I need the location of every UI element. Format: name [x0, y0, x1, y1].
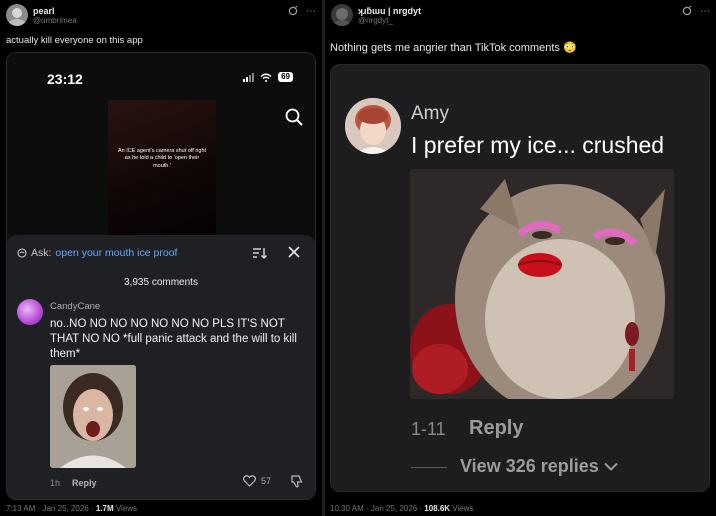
post-footer: 10:30 AM · Jan 25, 2026 · 108.6K Views [330, 504, 474, 513]
view-count: 1.7M [95, 504, 114, 513]
more-icon[interactable]: ⋯ [306, 6, 316, 19]
post-timestamp[interactable]: 10:30 AM · Jan 25, 2026 · [330, 504, 424, 513]
comment-count: 3,935 comments [124, 277, 198, 288]
author-handle[interactable]: @nrgdyt_ [358, 16, 393, 25]
post-text: actually kill everyone on this app [6, 35, 143, 46]
ask-search-bar[interactable]: Ask: open your mouth ice proof [17, 247, 177, 259]
comments-panel: Ask: open your mouth ice proof 3,935 com… [7, 235, 315, 499]
video-thumbnail[interactable]: An ICE agent's camera shut off right as … [108, 100, 216, 236]
grok-icon[interactable] [288, 5, 298, 19]
comment-text: no..NO NO NO NO NO NO NO PLS IT'S NOT TH… [50, 318, 297, 361]
post-header: pearl @umbrimea ⋯ [6, 4, 316, 26]
author-handle[interactable]: @umbrimea [33, 16, 77, 25]
comment-image[interactable] [50, 365, 136, 468]
wifi-icon [260, 73, 272, 82]
right-post: ʞɹƃɯu | nrgdyt @nrgdyt_ ⋯ Nothing gets m… [325, 0, 716, 516]
reply-button[interactable]: Reply [72, 478, 97, 488]
comment-image[interactable] [410, 169, 674, 399]
left-post: pearl @umbrimea ⋯ actually kill everyone… [0, 0, 322, 516]
sort-icon[interactable] [253, 247, 267, 259]
view-count: 108.6K [424, 504, 451, 513]
replies-divider [411, 467, 447, 468]
author-avatar[interactable] [331, 4, 353, 26]
heart-icon [242, 475, 256, 487]
battery-icon: 69 [278, 72, 293, 82]
view-replies-button[interactable]: View 326 replies [460, 456, 618, 477]
comment-date: 1-11 [411, 419, 446, 439]
commenter-avatar[interactable] [345, 98, 401, 154]
post-media[interactable]: 23:12 69 An ICE agent's camera shut off … [6, 52, 316, 500]
reply-button[interactable]: Reply [469, 417, 523, 440]
like-button[interactable]: 57 [242, 475, 271, 487]
post-timestamp[interactable]: 7:13 AM · Jan 25, 2026 · [6, 504, 96, 513]
comment-text: I prefer my ice... crushed [411, 132, 665, 158]
ask-label: Ask: [31, 247, 52, 259]
grok-icon[interactable] [682, 5, 692, 19]
post-text: Nothing gets me angrier than TikTok comm… [330, 42, 577, 54]
comment-age: 1h [50, 478, 61, 488]
dislike-icon[interactable] [290, 475, 303, 488]
post-footer: 7:13 AM · Jan 25, 2026 · 1.7M Views [6, 504, 137, 513]
commenter-name[interactable]: CandyCane [50, 301, 100, 312]
close-icon[interactable] [288, 246, 300, 258]
author-name[interactable]: pearl [33, 6, 55, 16]
post-media[interactable]: Amy I prefer my ice... crushed 1-11 Repl… [330, 64, 710, 492]
signal-icon [243, 72, 255, 82]
sparkle-icon [17, 248, 27, 258]
more-icon[interactable]: ⋯ [700, 6, 710, 19]
search-icon[interactable] [285, 108, 303, 126]
commenter-avatar[interactable] [17, 299, 43, 325]
video-caption: An ICE agent's camera shut off right as … [117, 148, 207, 169]
like-count: 57 [260, 476, 271, 486]
ask-query-link[interactable]: open your mouth ice proof [55, 247, 177, 259]
author-name[interactable]: ʞɹƃɯu | nrgdyt [358, 6, 421, 16]
commenter-name[interactable]: Amy [411, 103, 449, 125]
views-label: Views [450, 504, 474, 513]
views-label: Views [113, 504, 138, 513]
chevron-down-icon [604, 462, 618, 471]
author-avatar[interactable] [6, 4, 28, 26]
phone-clock: 23:12 [47, 71, 83, 87]
post-header: ʞɹƃɯu | nrgdyt @nrgdyt_ ⋯ [331, 4, 710, 26]
view-replies-label: View 326 replies [460, 456, 599, 476]
